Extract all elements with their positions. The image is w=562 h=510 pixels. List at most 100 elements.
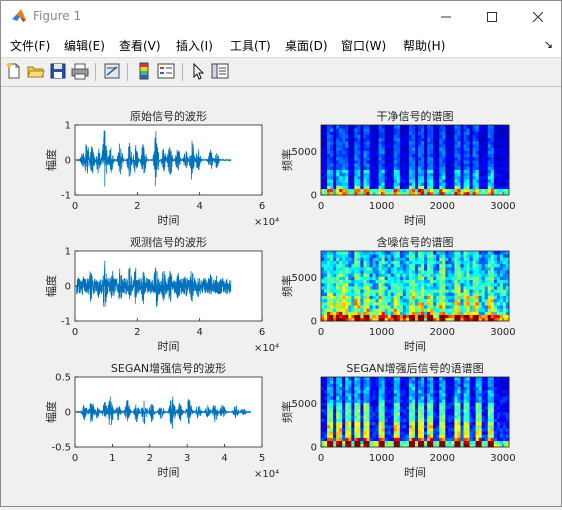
menu-edit[interactable]: 编辑(E) <box>64 37 105 54</box>
spectrogram-cell <box>436 405 440 410</box>
spectrogram-cell <box>345 144 349 148</box>
property-editor-icon[interactable] <box>211 62 229 80</box>
spectrogram-cell <box>439 289 443 293</box>
spectrogram-cell <box>472 144 477 148</box>
spectrogram-cell <box>481 431 486 435</box>
spectrogram-cell <box>427 160 431 164</box>
spectrogram-cell <box>463 131 467 135</box>
spectrogram-cell <box>472 134 477 139</box>
spectrogram-cell <box>448 431 452 435</box>
spectrogram-cell <box>424 282 428 287</box>
spectrogram-cell <box>411 437 416 442</box>
spectrogram-cell <box>475 270 480 274</box>
spectrogram-cell <box>411 182 416 186</box>
spectrogram-cell <box>360 386 364 391</box>
spectrogram-cell <box>375 292 380 296</box>
spectrogram-cell <box>396 160 401 164</box>
spectrogram-cell <box>408 392 413 397</box>
menu-help[interactable]: 帮助(H) <box>403 37 445 54</box>
spectrogram-cell <box>339 295 343 300</box>
maximize-button[interactable] <box>469 1 515 33</box>
spectrogram-cell <box>478 279 483 284</box>
spectrogram-cell <box>327 427 331 432</box>
menu-desktop[interactable]: 桌面(D) <box>285 37 328 54</box>
spectrogram-cell <box>354 431 358 435</box>
spectrogram-cell <box>448 295 452 300</box>
spectrogram-cell <box>457 172 461 177</box>
spectrogram-cell <box>408 405 413 410</box>
spectrogram-cell <box>342 389 346 394</box>
spectrogram-cell <box>490 418 495 422</box>
spectrogram-cell <box>433 405 437 410</box>
spectrogram-cell <box>436 295 440 300</box>
menu-tools[interactable]: 工具(T) <box>230 37 271 54</box>
spectrogram-cell <box>405 251 410 255</box>
spectrogram-cell <box>421 270 425 274</box>
spectrogram-cell <box>427 380 431 384</box>
spectrogram-cell <box>399 169 404 174</box>
spectrogram-cell <box>475 440 480 445</box>
spectrogram-cell <box>496 434 501 438</box>
spectrogram-cell <box>490 434 495 438</box>
spectrogram-cell <box>369 437 373 442</box>
spectrogram-cell <box>357 440 361 445</box>
spectrogram-cell <box>493 402 498 407</box>
spectrogram-cell <box>457 301 461 306</box>
title-bar[interactable]: Figure 1 <box>1 1 561 33</box>
spectrogram-cell <box>472 188 477 193</box>
spectrogram-cell <box>499 128 504 132</box>
spectrogram-cell <box>469 286 474 290</box>
spectrogram-cell <box>396 308 401 312</box>
spectrogram-cell <box>487 418 492 422</box>
menu-view[interactable]: 查看(V) <box>119 37 161 54</box>
spectrogram-cell <box>481 134 486 139</box>
spectrogram-cell <box>354 260 358 265</box>
spectrogram-cell <box>451 270 455 274</box>
new-figure-icon[interactable] <box>5 62 23 80</box>
spectrogram-cell <box>354 308 358 312</box>
spectrogram-cell <box>366 163 370 167</box>
spectrogram-cell <box>378 427 383 432</box>
spectrogram-cell <box>448 412 452 416</box>
spectrogram-cell <box>478 311 483 316</box>
spectrogram-cell <box>424 424 428 429</box>
save-icon[interactable] <box>49 62 67 80</box>
spectrogram-cell <box>372 377 376 381</box>
insert-colorbar-icon[interactable] <box>135 62 153 80</box>
spectrogram-cell <box>502 125 507 129</box>
spectrogram-cell <box>418 182 422 186</box>
minimize-button[interactable] <box>423 1 469 33</box>
spectrogram-cell <box>345 392 349 397</box>
pointer-icon[interactable] <box>189 62 207 80</box>
spectrogram-cell <box>418 314 422 319</box>
spectrogram-cell <box>439 169 443 174</box>
spectrogram-cell <box>430 434 434 438</box>
close-button[interactable] <box>515 1 561 33</box>
menu-file[interactable]: 文件(F) <box>10 37 50 54</box>
spectrogram-cell <box>363 166 367 170</box>
spectrogram-cell <box>490 279 495 284</box>
spectrogram-cell <box>469 179 474 183</box>
spectrogram-cell <box>484 172 489 177</box>
spectrogram-cell <box>372 128 376 132</box>
spectrogram-cell <box>333 434 337 438</box>
menu-dock-arrow-icon[interactable]: ↘ <box>544 38 553 51</box>
spectrogram-cell <box>348 163 352 167</box>
open-file-icon[interactable] <box>27 62 45 80</box>
spectrogram-cell <box>445 163 449 167</box>
spectrogram-cell <box>333 166 337 170</box>
print-icon[interactable] <box>71 62 89 80</box>
spectrogram-cell <box>378 175 383 180</box>
insert-legend-icon[interactable] <box>157 62 175 80</box>
link-plot-icon[interactable] <box>103 62 121 80</box>
spectrogram-cell <box>345 147 349 151</box>
spectrogram-cell <box>408 185 413 190</box>
menu-insert[interactable]: 插入(I) <box>176 37 213 54</box>
menu-window[interactable]: 窗口(W) <box>341 37 386 54</box>
spectrogram-cell <box>336 396 340 400</box>
spectrogram-cell <box>469 389 474 394</box>
spectrogram-cell <box>333 257 337 261</box>
spectrogram-cell <box>387 301 392 306</box>
spectrogram-cell <box>336 163 340 167</box>
spectrogram-cell <box>448 292 452 296</box>
